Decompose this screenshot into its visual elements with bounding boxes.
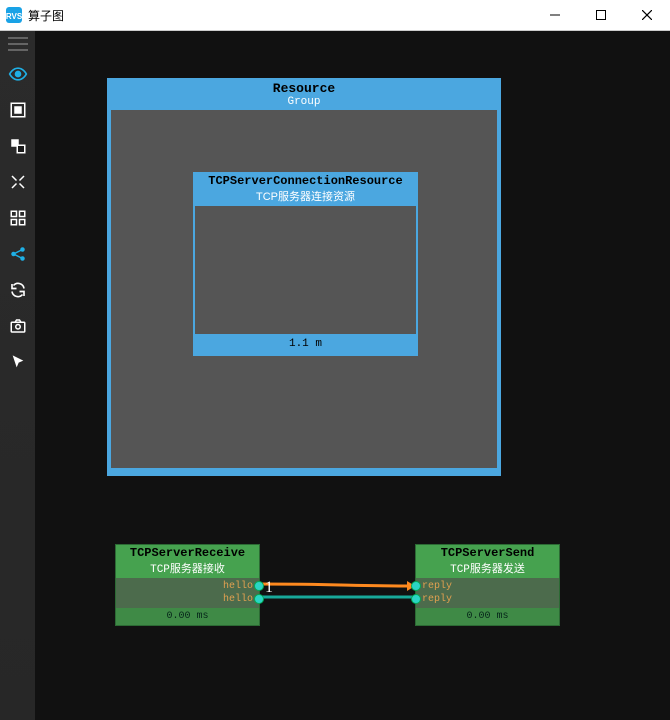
close-button[interactable] — [624, 0, 670, 30]
collapse-icon[interactable] — [5, 169, 31, 195]
titlebar: RVS 算子图 — [0, 0, 670, 31]
focus-square-icon[interactable] — [5, 97, 31, 123]
window-title: 算子图 — [28, 7, 64, 24]
cursor-icon[interactable] — [5, 349, 31, 375]
resource-title: TCPServerConnectionResource — [193, 172, 418, 188]
resource-body — [195, 206, 416, 334]
receive-subtitle: TCP服务器接收 — [116, 560, 259, 578]
refresh-icon[interactable] — [5, 277, 31, 303]
node-tcp-connection-resource[interactable]: TCPServerConnectionResource TCP服务器连接资源 1… — [193, 172, 418, 356]
share-icon[interactable] — [5, 241, 31, 267]
send-subtitle: TCP服务器发送 — [416, 560, 559, 578]
resource-footer: 1.1 m — [193, 336, 418, 352]
workspace: Resource Group TCPServerConnectionResour… — [0, 31, 670, 720]
app-icon: RVS — [6, 7, 22, 23]
minimize-button[interactable] — [532, 0, 578, 30]
group-subtitle: Group — [109, 96, 499, 110]
maximize-button[interactable] — [578, 0, 624, 30]
receive-body: hello hello — [116, 578, 259, 608]
canvas[interactable]: Resource Group TCPServerConnectionResour… — [35, 31, 670, 720]
send-title: TCPServerSend — [416, 545, 559, 560]
grid-icon[interactable] — [5, 205, 31, 231]
send-footer: 0.00 ms — [416, 608, 559, 625]
send-input-2: reply — [416, 593, 559, 606]
menu-icon[interactable] — [8, 37, 28, 51]
sidebar — [0, 31, 35, 720]
eye-icon[interactable] — [5, 61, 31, 87]
group-title: Resource — [109, 80, 499, 96]
receive-output-2: hello — [116, 593, 259, 606]
input-port-1[interactable] — [411, 581, 421, 591]
camera-icon[interactable] — [5, 313, 31, 339]
svg-text:RVS: RVS — [6, 12, 22, 21]
resource-subtitle: TCP服务器连接资源 — [193, 188, 418, 204]
dual-square-icon[interactable] — [5, 133, 31, 159]
output-port-1[interactable] — [254, 581, 264, 591]
receive-footer: 0.00 ms — [116, 608, 259, 625]
receive-title: TCPServerReceive — [116, 545, 259, 560]
node-tcp-server-receive[interactable]: TCPServerReceive TCP服务器接收 hello hello 0.… — [115, 544, 260, 626]
input-port-2[interactable] — [411, 594, 421, 604]
link-label: 1 — [265, 579, 273, 597]
send-input-1: reply — [416, 580, 559, 593]
receive-output-1: hello — [116, 580, 259, 593]
node-tcp-server-send[interactable]: TCPServerSend TCP服务器发送 reply reply 0.00 … — [415, 544, 560, 626]
send-body: reply reply — [416, 578, 559, 608]
output-port-2[interactable] — [254, 594, 264, 604]
